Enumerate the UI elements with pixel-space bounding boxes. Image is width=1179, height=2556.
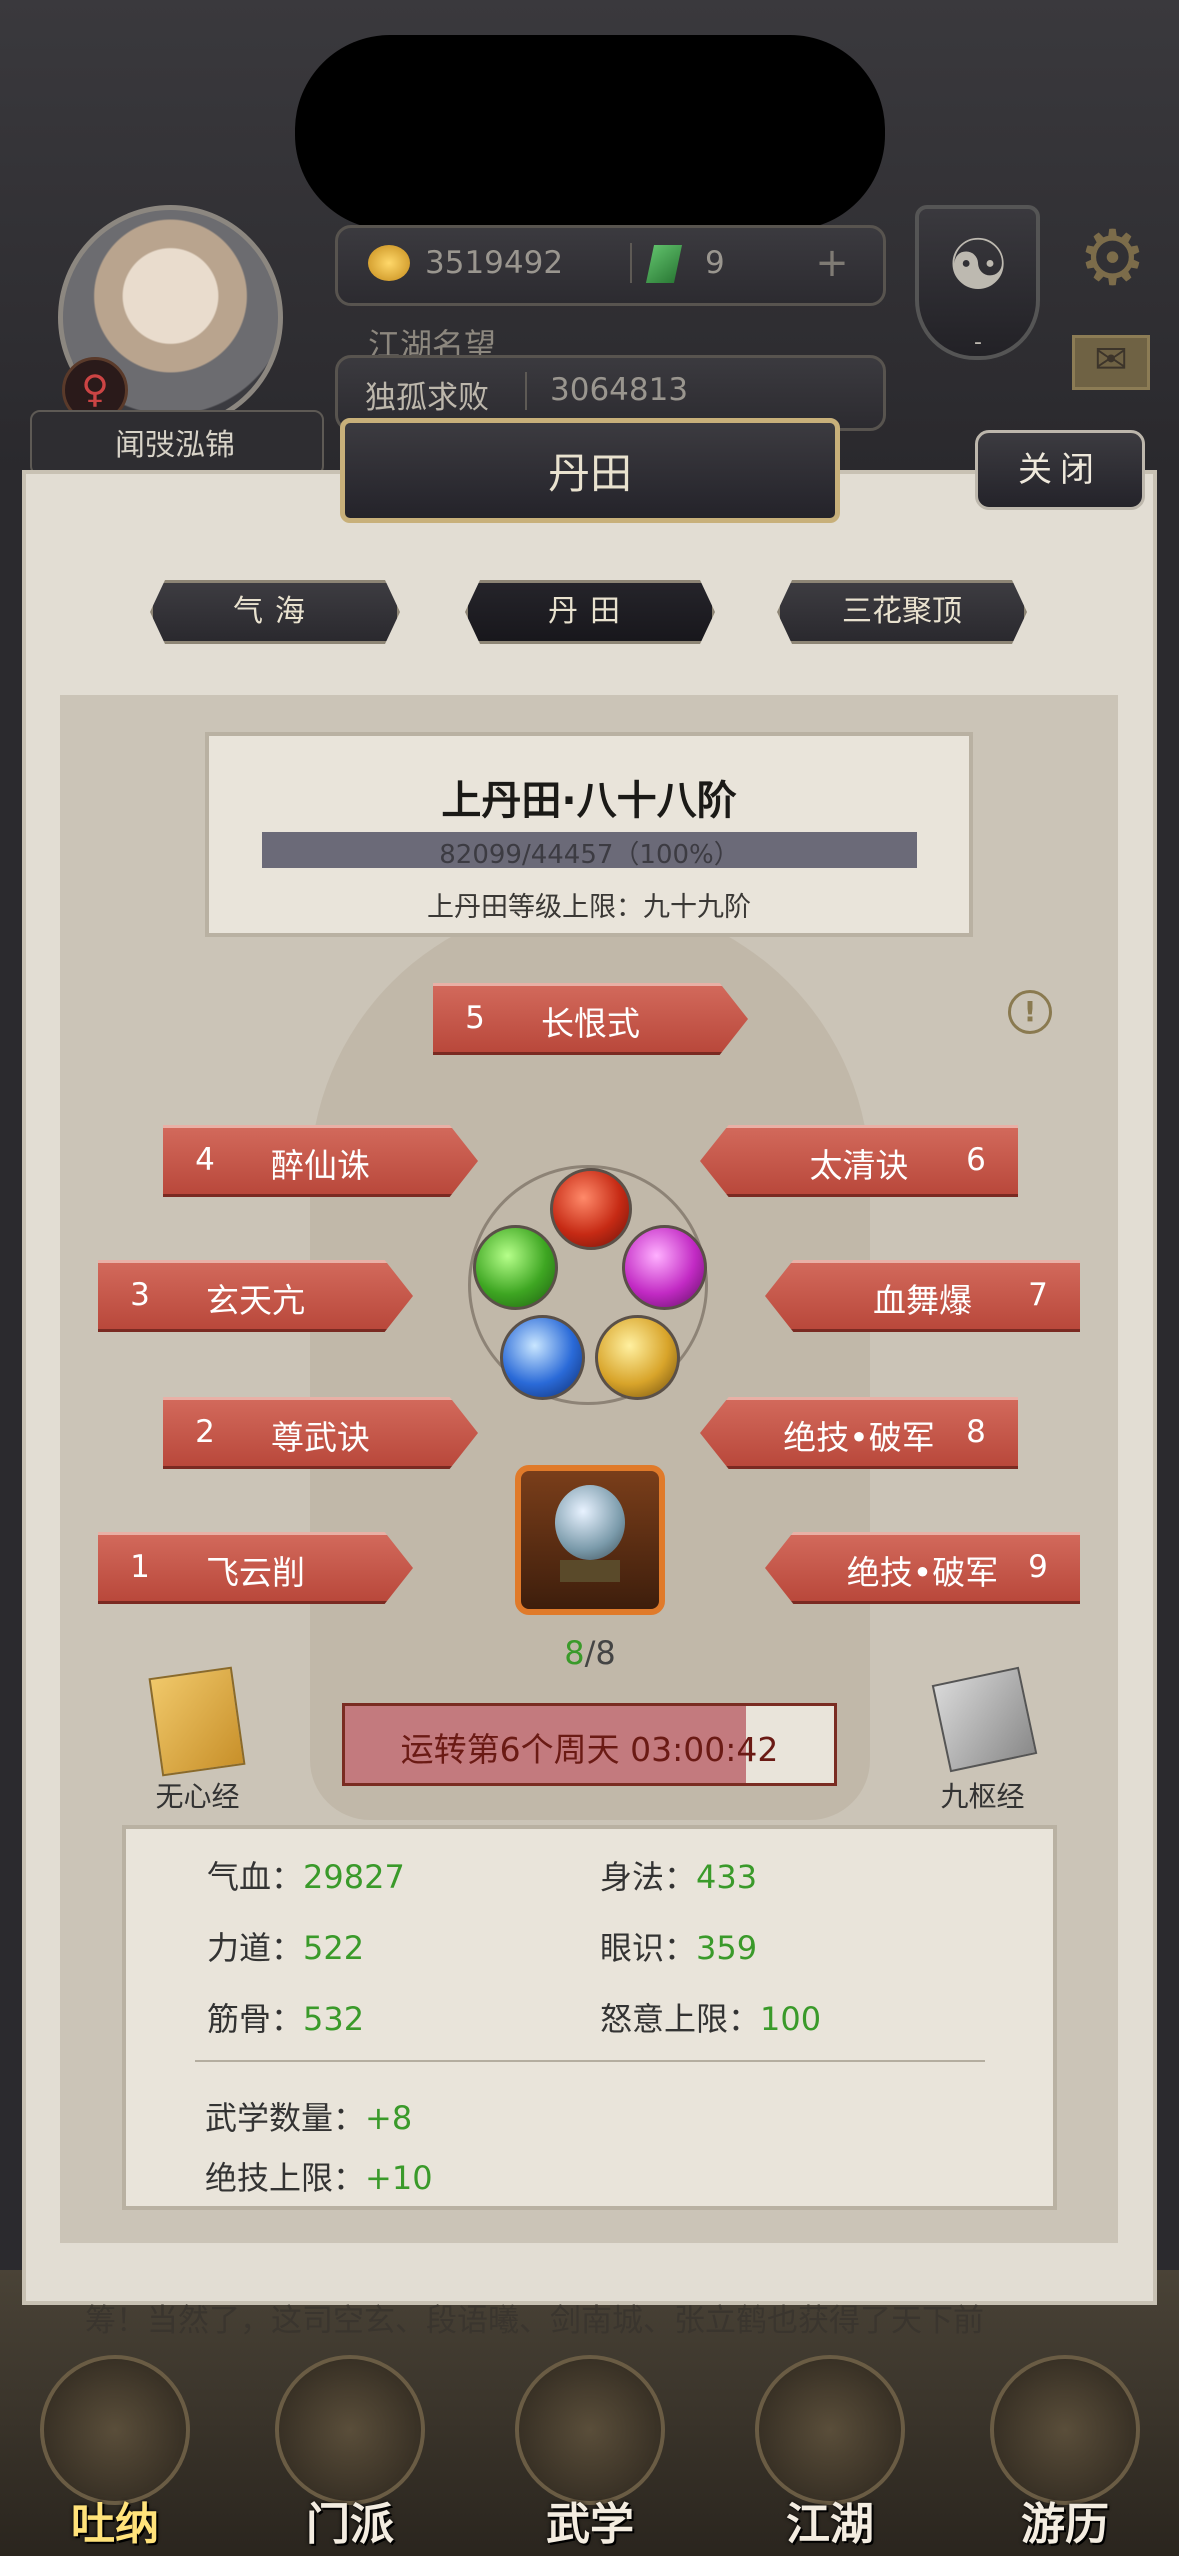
green-gem-icon[interactable] — [473, 1225, 558, 1310]
nav-martial[interactable]: 武学 — [500, 2488, 680, 2552]
stat-agility: 身法：433 — [600, 1852, 757, 1898]
news-marquee: 筹！当然了，这司空玄、段语曦、剑南城、张立鹤也获得了天下前 — [85, 2303, 984, 2339]
skill-slot-6[interactable]: 太清诀 6 — [700, 1125, 1018, 1197]
level-title: 上丹田·八十八阶 — [441, 778, 737, 824]
orb-stand-icon — [560, 1560, 620, 1582]
skill-name: 醉仙诛 — [271, 1146, 370, 1185]
capacity-separator: / — [584, 1634, 596, 1672]
skill-number: 6 — [966, 1142, 986, 1178]
stat-label: 身法： — [600, 1858, 697, 1896]
nav-sect[interactable]: 门派 — [260, 2488, 440, 2552]
power-value: 3064813 — [550, 372, 689, 408]
stat-label: 眼识： — [600, 1929, 697, 1967]
stat-value: 522 — [303, 1929, 365, 1967]
stat-label: 怒意上限： — [600, 2000, 761, 2038]
capacity-current: 8 — [564, 1634, 585, 1672]
capacity-max: 8 — [595, 1634, 616, 1672]
stat-value: 29827 — [303, 1858, 405, 1896]
nav-travel-icon[interactable] — [990, 2355, 1140, 2505]
currency-bar — [335, 225, 886, 306]
bonus-martial-count: 武学数量：+8 — [205, 2093, 412, 2139]
bonus-value: +8 — [365, 2099, 413, 2137]
nav-tuna[interactable]: 吐纳 — [25, 2488, 205, 2552]
gear-icon[interactable]: ⚙ — [1070, 215, 1155, 300]
purple-gem-icon[interactable] — [622, 1225, 707, 1310]
skill-name: 飞云削 — [206, 1553, 305, 1592]
divider — [525, 372, 527, 410]
stat-label: 气血： — [207, 1858, 304, 1896]
stat-strength: 力道：522 — [207, 1923, 364, 1969]
skill-slot-1[interactable]: 1 飞云削 — [98, 1532, 413, 1604]
device-notch — [295, 35, 885, 230]
blue-gem-icon[interactable] — [500, 1315, 585, 1400]
tab-sanhua-juding[interactable]: 三花聚顶 — [777, 580, 1027, 644]
book-left-label: 无心经 — [155, 1780, 240, 1813]
gold-ingot-icon — [368, 245, 410, 281]
nav-tuna-icon[interactable] — [40, 2355, 190, 2505]
stat-rage-limit: 怒意上限：100 — [600, 1994, 821, 2040]
nav-travel[interactable]: 游历 — [975, 2488, 1155, 2552]
player-name: 闻弢泓锦 — [115, 428, 235, 463]
nav-jianghu-icon[interactable] — [755, 2355, 905, 2505]
tab-qihai[interactable]: 气海 — [150, 580, 400, 644]
cultivation-timer: 运转第6个周天 03:00:42 — [400, 1730, 779, 1769]
stat-hp: 气血：29827 — [207, 1852, 405, 1898]
skill-slot-4[interactable]: 4 醉仙诛 — [163, 1125, 478, 1197]
stat-label: 筋骨： — [207, 2000, 304, 2038]
stat-value: 532 — [303, 2000, 365, 2038]
skill-number: 9 — [1028, 1549, 1048, 1585]
nav-martial-icon[interactable] — [515, 2355, 665, 2505]
stat-constitution: 筋骨：532 — [207, 1994, 364, 2040]
stat-label: 力道： — [207, 1929, 304, 1967]
close-button[interactable]: 关闭 — [975, 430, 1145, 510]
skill-capacity: 8/8 — [515, 1634, 665, 1672]
scroll-icon[interactable] — [931, 1666, 1038, 1773]
skill-slot-3[interactable]: 3 玄天亢 — [98, 1260, 413, 1332]
panel-title: 丹田 — [547, 449, 632, 498]
book-icon[interactable] — [148, 1666, 246, 1777]
skill-name: 玄天亢 — [206, 1281, 305, 1320]
taiji-level: - — [974, 330, 982, 355]
skill-number: 8 — [966, 1414, 986, 1450]
add-currency-button[interactable]: + — [810, 243, 854, 287]
stat-value: 359 — [696, 1929, 758, 1967]
nav-sect-icon[interactable] — [275, 2355, 425, 2505]
gold-value: 3519492 — [425, 245, 564, 281]
skill-slot-7[interactable]: 血舞爆 7 — [765, 1260, 1080, 1332]
nav-jianghu[interactable]: 江湖 — [740, 2488, 920, 2552]
taiji-icon: ☯ — [946, 224, 1010, 306]
jade-value: 9 — [705, 245, 725, 281]
stat-insight: 眼识：359 — [600, 1923, 757, 1969]
bonus-label: 武学数量： — [205, 2099, 366, 2137]
level-progress-text: 82099/44457（100%） — [439, 840, 740, 870]
skill-name: 长恨式 — [541, 1004, 640, 1043]
crystal-orb-icon — [555, 1485, 625, 1560]
divider — [195, 2060, 985, 2062]
bonus-value: +10 — [365, 2159, 433, 2197]
stat-value: 433 — [696, 1858, 758, 1896]
skill-slot-2[interactable]: 2 尊武诀 — [163, 1397, 478, 1469]
skill-slot-8[interactable]: 绝技•破军 8 — [700, 1397, 1018, 1469]
tab-dantian[interactable]: 丹田 — [465, 580, 715, 644]
stat-value: 100 — [760, 2000, 822, 2038]
red-gem-icon[interactable] — [550, 1168, 632, 1250]
skill-slot-5[interactable]: 5 长恨式 — [433, 983, 748, 1055]
bonus-label: 绝技上限： — [205, 2159, 366, 2197]
bonus-ultimate-limit: 绝技上限：+10 — [205, 2153, 433, 2199]
rank-name: 独孤求败 — [365, 380, 489, 416]
skill-number: 7 — [1028, 1277, 1048, 1313]
book-right-label: 九枢经 — [940, 1780, 1025, 1813]
info-icon[interactable]: ! — [1008, 990, 1052, 1034]
skill-slot-9[interactable]: 绝技•破军 9 — [765, 1532, 1080, 1604]
level-limit: 上丹田等级上限：九十九阶 — [427, 892, 751, 923]
mail-icon[interactable]: ✉ — [1072, 335, 1150, 390]
divider — [630, 243, 632, 283]
skill-name: 尊武诀 — [271, 1418, 370, 1457]
gold-gem-icon[interactable] — [595, 1315, 680, 1400]
